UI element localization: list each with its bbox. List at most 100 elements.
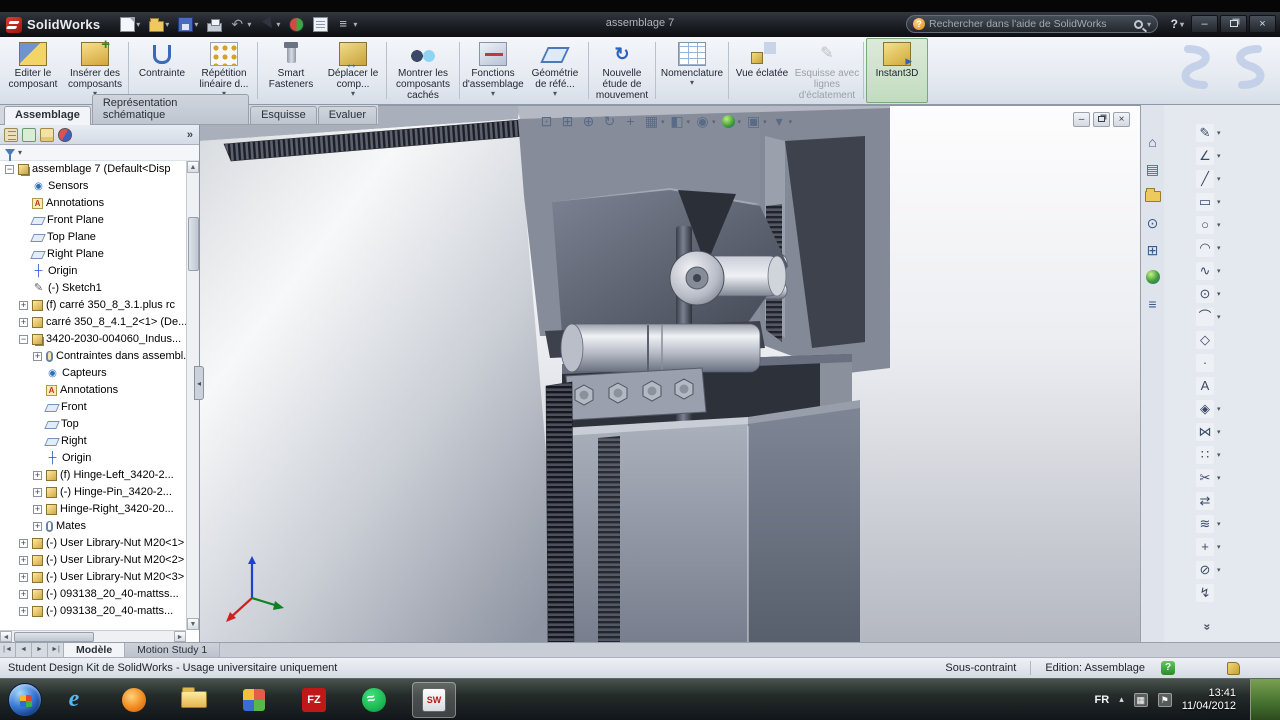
zoom-area-button[interactable]: ⊞ xyxy=(559,113,576,130)
document-minimize-button[interactable]: – xyxy=(1073,112,1090,127)
mirror-entities-button[interactable]: ⋈ ▾ xyxy=(1196,422,1221,442)
scroll-down-icon[interactable]: ▼ xyxy=(187,618,199,630)
assembly-features-button[interactable]: Fonctions d'assemblage ▾ xyxy=(462,38,524,103)
tree-item[interactable]: Front Plane xyxy=(0,212,186,229)
search-input[interactable] xyxy=(929,18,1130,30)
tree-item[interactable]: + Mates xyxy=(0,518,186,535)
tree-item[interactable]: + (-) User Library-Nut M20<1> xyxy=(0,535,186,552)
rebuild-button[interactable] xyxy=(287,16,306,33)
convert-entities-button[interactable]: ⇄ xyxy=(1196,491,1221,511)
instant3d-button[interactable]: Instant3D xyxy=(866,38,928,103)
tab-esquisse[interactable]: Esquisse xyxy=(250,106,317,124)
tree-item[interactable]: Right xyxy=(0,433,186,450)
collapse-icon[interactable]: − xyxy=(5,165,14,174)
media-app-taskbar-button[interactable] xyxy=(232,682,276,718)
tray-action-center-icon[interactable]: ⚑ xyxy=(1157,692,1172,707)
text-button[interactable]: A xyxy=(1196,376,1221,396)
spline-button[interactable]: ∿ ▾ xyxy=(1196,261,1221,281)
model-3d-view[interactable] xyxy=(200,106,1140,642)
solidworks-taskbar-button[interactable]: SW xyxy=(412,681,456,718)
propertymanager-icon[interactable] xyxy=(22,127,36,142)
tree-item[interactable]: + (-) User Library-Nut M20<3> xyxy=(0,569,186,586)
tree-item[interactable]: − 3420-2030-004060_Indus... xyxy=(0,331,186,348)
tree-item[interactable]: Top xyxy=(0,416,186,433)
document-close-button[interactable]: × xyxy=(1113,112,1130,127)
view-orientation-button[interactable]: ▦ ▾ xyxy=(643,113,665,130)
appearances-scenes-icon[interactable] xyxy=(1144,268,1162,286)
expand-icon[interactable]: + xyxy=(19,573,28,582)
expand-icon[interactable]: + xyxy=(19,318,28,327)
scrollbar-thumb[interactable] xyxy=(14,632,94,642)
filter-funnel-icon[interactable] xyxy=(5,149,15,161)
select-button[interactable]: ▾ xyxy=(258,16,282,33)
graphics-viewport[interactable]: ⊡ ⊞ ⊕ ↻ + ▦ ▾ ◧ ▾ ◉ ▾ ▾ ▣ ▾ ▾ ▾ – × xyxy=(200,105,1140,642)
show-hidden-button[interactable]: Montrer les composants cachés xyxy=(389,38,457,103)
smart-fasteners-button[interactable]: Smart Fasteners xyxy=(260,38,322,103)
tree-item[interactable]: ◉ Capteurs xyxy=(0,365,186,382)
panel-splitter-handle[interactable]: ◂ xyxy=(194,366,204,400)
tab-scroll-first-button[interactable]: |◄ xyxy=(0,643,16,657)
edit-appearance-button[interactable]: ▾ xyxy=(720,113,741,130)
tree-item[interactable]: + (-) User Library-Nut M20<2> xyxy=(0,552,186,569)
spotify-taskbar-button[interactable] xyxy=(352,682,396,718)
expand-icon[interactable]: + xyxy=(19,590,28,599)
explode-sketch-button[interactable]: Esquisse avec lignes d'éclatement xyxy=(793,38,861,103)
edit-component-button[interactable]: Editer le composant xyxy=(2,38,64,103)
tab-repr-sentation-sch-matique[interactable]: Représentation schématique xyxy=(91,94,250,124)
display-style-button[interactable]: ◧ ▾ xyxy=(669,113,690,130)
repair-sketch-button[interactable]: ↯ xyxy=(1196,583,1221,603)
quick-tips-help-icon[interactable]: ? xyxy=(1161,661,1175,675)
tree-item[interactable]: + (f) carré 350_8_3.1.plus rc xyxy=(0,297,186,314)
restore-button[interactable] xyxy=(1220,15,1247,33)
expand-icon[interactable]: + xyxy=(33,352,42,361)
tab-scroll-previous-button[interactable]: ◄ xyxy=(16,643,32,657)
scrollbar-thumb[interactable] xyxy=(188,217,199,271)
circle-button[interactable]: ○ ▾ xyxy=(1196,215,1221,235)
expand-icon[interactable]: + xyxy=(33,471,42,480)
trim-entities-button[interactable]: ✂ ▾ xyxy=(1196,468,1221,488)
print-button[interactable] xyxy=(205,17,224,33)
tag-icon[interactable] xyxy=(1227,661,1240,675)
rectangle-button[interactable]: ▭ ▾ xyxy=(1196,192,1221,212)
tree-item[interactable]: + (-) 093138_20_40-matts... xyxy=(0,603,186,620)
arc-button[interactable]: ◠ ▾ xyxy=(1196,238,1221,258)
configurationmanager-icon[interactable] xyxy=(40,127,54,142)
tree-item[interactable]: + carré 350_8_4.1_2<1> (De... xyxy=(0,314,186,331)
firefox-taskbar-button[interactable] xyxy=(112,682,156,718)
tab-evaluer[interactable]: Evaluer xyxy=(317,106,377,124)
tree-item[interactable]: A Annotations xyxy=(0,195,186,212)
search-icon[interactable] xyxy=(1133,19,1143,29)
model-tab-motion-study-1[interactable]: Motion Study 1 xyxy=(125,643,221,657)
file-properties-button[interactable] xyxy=(311,16,330,33)
model-tab-mod-le[interactable]: Modèle xyxy=(64,643,126,657)
undo-button[interactable]: ▾ xyxy=(229,16,253,33)
expand-icon[interactable]: + xyxy=(33,522,42,531)
filter-dropdown-arrow-icon[interactable]: ▾ xyxy=(18,148,22,157)
zoom-button[interactable]: ⊕ xyxy=(580,113,597,130)
help-search-box[interactable]: ? ▾ xyxy=(906,15,1158,33)
custom-properties-icon[interactable]: ≡ xyxy=(1144,295,1162,313)
language-indicator[interactable]: FR xyxy=(1095,694,1110,706)
tab-scroll-last-button[interactable]: ►| xyxy=(48,643,64,657)
linear-sketch-pattern-button[interactable]: ∷ ▾ xyxy=(1196,445,1221,465)
plane-button[interactable]: ◈ ▾ xyxy=(1196,399,1221,419)
pan-button[interactable]: + xyxy=(622,113,639,130)
motion-study-button[interactable]: Nouvelle étude de mouvement xyxy=(591,38,653,103)
start-button[interactable] xyxy=(8,682,42,717)
file-explorer-icon[interactable] xyxy=(1144,187,1162,205)
internet-explorer-taskbar-button[interactable]: e xyxy=(52,682,96,718)
expand-icon[interactable]: + xyxy=(33,488,42,497)
toolbar-more-button[interactable]: » xyxy=(1200,624,1214,631)
view-palette-icon[interactable]: ⊞ xyxy=(1144,241,1162,259)
rotate-view-button[interactable]: ↻ xyxy=(601,113,618,130)
options-button[interactable]: ▾ xyxy=(335,16,359,33)
tree-item[interactable]: Top Plane xyxy=(0,229,186,246)
scroll-up-icon[interactable]: ▲ xyxy=(187,161,199,173)
close-button[interactable]: × xyxy=(1249,15,1276,33)
search-dropdown-arrow-icon[interactable]: ▾ xyxy=(1147,20,1151,29)
open-button[interactable]: ▾ xyxy=(147,16,171,33)
tab-assemblage[interactable]: Assemblage xyxy=(4,106,91,125)
offset-entities-button[interactable]: ≋ ▾ xyxy=(1196,514,1221,534)
tree-item[interactable]: + Contraintes dans assembl... xyxy=(0,348,186,365)
displaymanager-icon[interactable] xyxy=(58,127,72,142)
